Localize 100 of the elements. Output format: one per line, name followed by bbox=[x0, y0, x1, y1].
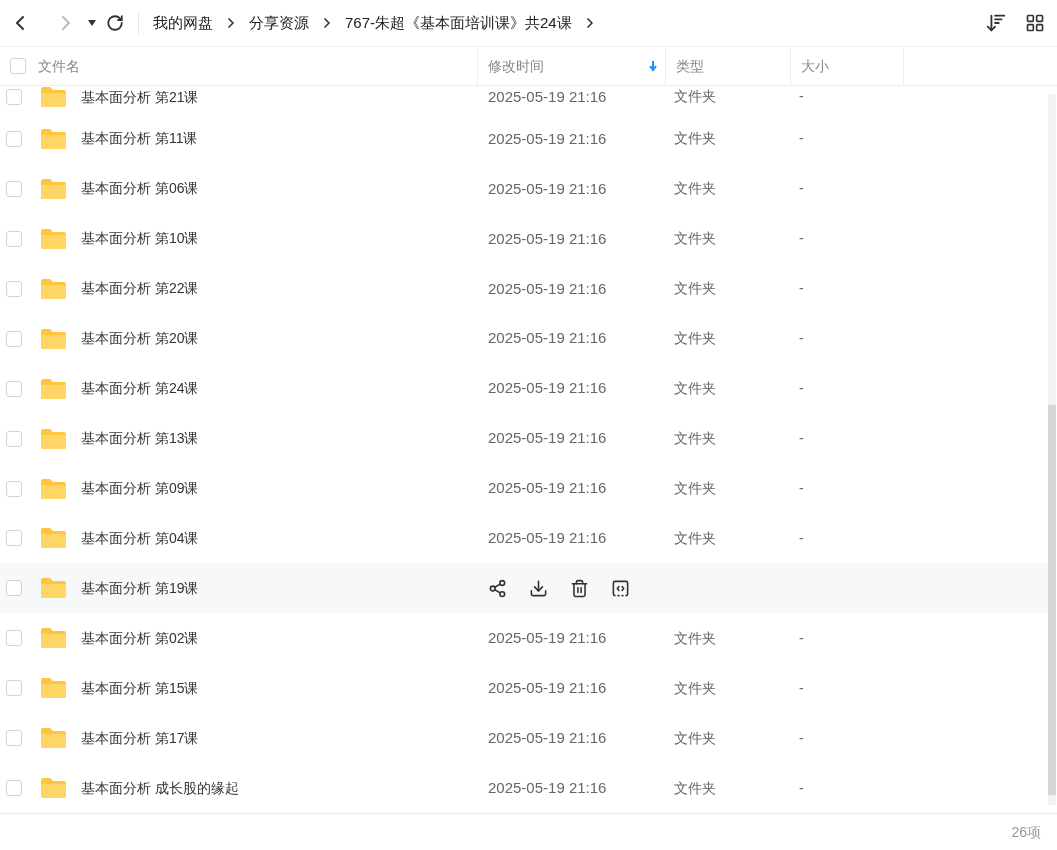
item-count: 26项 bbox=[1011, 822, 1041, 842]
file-name[interactable]: 基本面分析 第17课 bbox=[81, 727, 199, 749]
file-type: 文件夹 bbox=[673, 87, 717, 106]
modified-time: 2025-05-19 21:16 bbox=[487, 727, 608, 748]
folder-icon bbox=[40, 427, 67, 450]
checkbox[interactable] bbox=[6, 180, 22, 197]
folder-icon bbox=[40, 177, 67, 200]
checkbox[interactable] bbox=[6, 380, 22, 397]
file-type: 文件夹 bbox=[673, 479, 717, 498]
grid-view-icon[interactable] bbox=[1025, 13, 1045, 33]
file-type: 文件夹 bbox=[673, 279, 717, 299]
file-size: - bbox=[798, 628, 805, 648]
file-type: 文件夹 bbox=[673, 778, 717, 798]
file-size: - bbox=[798, 678, 805, 698]
checkbox[interactable] bbox=[6, 530, 22, 547]
modified-time: 2025-05-19 21:16 bbox=[487, 678, 608, 698]
column-header[interactable]: 大小 bbox=[791, 47, 904, 85]
file-name[interactable]: 基本面分析 第11课 bbox=[81, 128, 198, 150]
checkbox[interactable] bbox=[6, 580, 22, 597]
file-type: 文件夹 bbox=[673, 678, 717, 698]
folder-icon bbox=[40, 127, 67, 150]
checkbox[interactable] bbox=[6, 430, 22, 447]
file-name[interactable]: 基本面分析 第19课 bbox=[81, 577, 199, 599]
file-name[interactable]: 基本面分析 第10课 bbox=[81, 228, 199, 250]
file-size: - bbox=[798, 528, 805, 548]
file-size: - bbox=[798, 379, 805, 399]
file-type: 文件夹 bbox=[673, 179, 717, 199]
modified-time: 2025-05-19 21:16 bbox=[487, 478, 608, 499]
column-header[interactable]: 类型 bbox=[666, 47, 791, 85]
file-size: - bbox=[798, 778, 805, 798]
checkbox[interactable] bbox=[6, 89, 22, 105]
folder-icon bbox=[40, 577, 67, 600]
modified-time: 2025-05-19 21:16 bbox=[487, 328, 608, 349]
folder-icon bbox=[40, 327, 67, 350]
modified-time: 2025-05-19 21:16 bbox=[487, 178, 608, 199]
breadcrumb-link[interactable]: 我的网盘 bbox=[153, 11, 213, 35]
dropdown-icon[interactable] bbox=[88, 20, 96, 26]
file-size: - bbox=[798, 179, 805, 199]
folder-icon bbox=[40, 677, 67, 700]
checkbox[interactable] bbox=[6, 130, 22, 147]
file-size: - bbox=[798, 279, 805, 299]
folder-icon bbox=[40, 777, 67, 800]
file-name[interactable]: 基本面分析 第06课 bbox=[81, 178, 199, 200]
file-type: 文件夹 bbox=[673, 329, 717, 349]
modified-time: 2025-05-19 21:16 bbox=[487, 278, 608, 299]
file-size: - bbox=[798, 329, 805, 349]
checkbox[interactable] bbox=[10, 58, 26, 74]
file-name[interactable]: 基本面分析 第02课 bbox=[81, 627, 199, 649]
file-size: - bbox=[798, 728, 805, 748]
modified-time: 2025-05-19 21:16 bbox=[487, 428, 608, 449]
file-name[interactable]: 基本面分析 第21课 bbox=[81, 86, 199, 108]
folder-icon bbox=[40, 227, 67, 250]
file-row[interactable]: 基本面分析 第19课 bbox=[0, 563, 1048, 614]
checkbox[interactable] bbox=[6, 780, 22, 797]
checkbox[interactable] bbox=[6, 730, 22, 747]
file-type: 文件夹 bbox=[673, 129, 717, 149]
sort-icon[interactable] bbox=[985, 12, 1007, 34]
checkbox[interactable] bbox=[6, 280, 22, 297]
file-type: 文件夹 bbox=[673, 728, 717, 748]
file-name[interactable]: 基本面分析 成长股的缘起 bbox=[81, 777, 239, 799]
file-size: - bbox=[798, 429, 805, 449]
file-type: 文件夹 bbox=[673, 429, 717, 449]
file-type: 文件夹 bbox=[673, 229, 717, 249]
file-name[interactable]: 基本面分析 第15课 bbox=[81, 677, 199, 699]
file-name[interactable]: 基本面分析 第13课 bbox=[81, 428, 199, 450]
file-name[interactable]: 基本面分析 第24课 bbox=[81, 378, 199, 400]
checkbox[interactable] bbox=[6, 480, 22, 497]
checkbox[interactable] bbox=[6, 630, 22, 647]
modified-time: 2025-05-19 21:16 bbox=[487, 628, 608, 649]
file-name[interactable]: 基本面分析 第09课 bbox=[81, 478, 199, 499]
modified-time: 2025-05-19 21:16 bbox=[487, 528, 608, 549]
file-name[interactable]: 基本面分析 第20课 bbox=[81, 328, 199, 350]
modified-time: 2025-05-19 21:16 bbox=[487, 128, 608, 149]
file-type: 文件夹 bbox=[673, 379, 717, 399]
refresh-icon[interactable] bbox=[106, 14, 124, 32]
checkbox[interactable] bbox=[6, 230, 22, 247]
scrollbar[interactable] bbox=[1048, 94, 1056, 805]
file-size: - bbox=[798, 229, 805, 249]
file-name[interactable]: 基本面分析 第22课 bbox=[81, 278, 199, 300]
delete-icon[interactable] bbox=[570, 578, 589, 598]
file-type: 文件夹 bbox=[673, 528, 717, 548]
download-icon[interactable] bbox=[529, 578, 548, 598]
column-header[interactable]: 修改时间 bbox=[478, 47, 666, 85]
column-header[interactable]: 文件名 bbox=[0, 47, 478, 85]
modified-time: 2025-05-19 21:16 bbox=[487, 777, 608, 798]
breadcrumb-link[interactable]: 767-朱超《基本面培训课》共24课 bbox=[345, 11, 572, 35]
file-type: 文件夹 bbox=[673, 628, 717, 648]
file-name[interactable]: 基本面分析 第04课 bbox=[81, 527, 199, 549]
file-size: - bbox=[798, 87, 805, 106]
modified-time: 2025-05-19 21:16 bbox=[487, 87, 608, 107]
folder-icon bbox=[40, 477, 67, 500]
checkbox[interactable] bbox=[6, 680, 22, 697]
modified-time: 2025-05-19 21:16 bbox=[487, 378, 608, 399]
checkbox[interactable] bbox=[6, 330, 22, 347]
file-size: - bbox=[798, 479, 805, 498]
breadcrumb-link[interactable]: 分享资源 bbox=[249, 11, 309, 35]
file-size: - bbox=[798, 129, 805, 149]
folder-icon bbox=[40, 86, 67, 108]
share-icon[interactable] bbox=[488, 578, 507, 598]
folder-icon bbox=[40, 277, 67, 300]
